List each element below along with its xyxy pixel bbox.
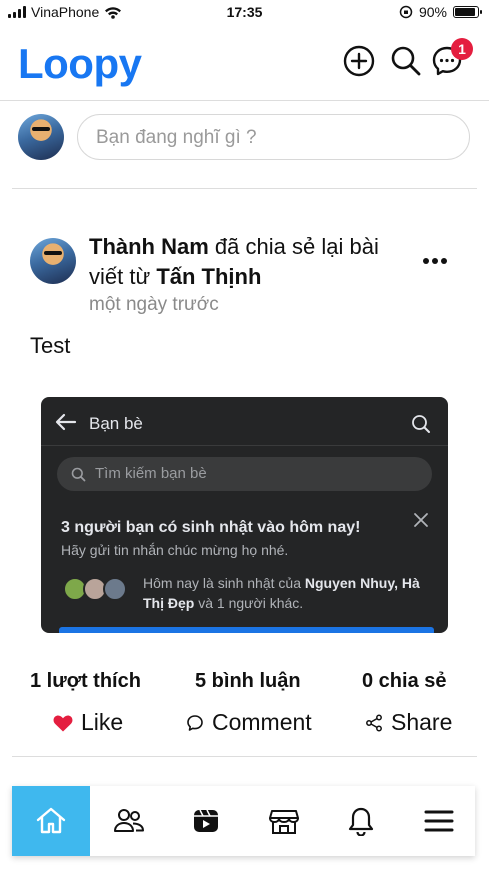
shared-image-title: Bạn bè (89, 414, 143, 433)
status-right: 90% (399, 4, 482, 20)
shared-image[interactable]: Bạn bè Tìm kiếm bạn bè 3 người bạn có si… (41, 397, 448, 633)
home-icon (36, 807, 66, 834)
header-divider (0, 100, 489, 101)
composer-input[interactable]: Bạn đang nghĩ gì ? (77, 114, 470, 160)
friend-avatar (103, 577, 127, 601)
original-author-name[interactable]: Tấn Thịnh (156, 264, 261, 289)
menu-icon (424, 810, 454, 832)
search-icon[interactable] (389, 44, 423, 78)
birthday-prefix: Hôm nay là sinh nhật của (143, 575, 305, 591)
comment-button[interactable]: Comment (186, 709, 312, 736)
messages-badge: 1 (451, 38, 473, 60)
composer-divider (12, 188, 477, 189)
birthday-subtitle: Hãy gửi tin nhắn chúc mừng họ nhé. (61, 542, 289, 558)
watch-icon (194, 809, 218, 832)
friends-icon (114, 809, 144, 832)
share-label: Share (391, 709, 453, 735)
birthday-suffix: và 1 người khác. (194, 595, 304, 611)
share-button[interactable]: Share (365, 709, 452, 736)
battery-percent: 90% (418, 4, 447, 20)
comment-label: Comment (212, 709, 312, 735)
shared-search-icon (412, 415, 430, 433)
birthday-detail: Hôm nay là sinh nhật của Nguyen Nhuy, Hà… (143, 573, 433, 613)
post-divider (12, 756, 477, 757)
post-action-text-1: đã chia sẻ lại (214, 234, 344, 259)
more-options-icon[interactable] (422, 256, 448, 266)
comments-count[interactable]: 5 bình luận (195, 670, 301, 693)
heart-icon (53, 715, 73, 731)
shared-search-field: Tìm kiếm bạn bè (57, 457, 432, 491)
status-bar: VinaPhone 17:35 90% (0, 0, 489, 26)
shared-image-button-edge (59, 627, 434, 633)
birthday-title: 3 người bạn có sinh nhật vào hôm nay! (61, 519, 361, 536)
marketplace-icon (269, 810, 299, 834)
create-post-icon[interactable] (342, 44, 376, 78)
post-author-avatar[interactable] (30, 238, 76, 284)
back-arrow-icon (55, 413, 77, 431)
tab-friends[interactable] (90, 786, 168, 856)
birthday-avatars (63, 577, 143, 603)
comment-icon (187, 714, 203, 731)
bottom-nav (12, 786, 475, 856)
share-icon (366, 714, 382, 731)
likes-count[interactable]: 1 lượt thích (30, 670, 141, 693)
like-label: Like (81, 709, 124, 735)
tab-home[interactable] (12, 786, 90, 856)
post-text: Test (30, 333, 71, 358)
shares-count[interactable]: 0 chia sẻ (362, 670, 447, 693)
orientation-lock-icon (399, 5, 413, 19)
shared-search-field-icon (71, 467, 86, 482)
post-author-name[interactable]: Thành Nam (89, 234, 209, 259)
user-avatar[interactable] (18, 114, 64, 160)
post-timestamp: một ngày trước (89, 294, 219, 315)
tab-marketplace[interactable] (245, 786, 323, 856)
post-header: Thành Nam đã chia sẻ lại bài viết từ Tấn… (89, 232, 409, 292)
battery-icon (453, 6, 482, 18)
tab-watch[interactable] (167, 786, 245, 856)
tab-notifications[interactable] (322, 786, 400, 856)
close-icon (414, 513, 428, 527)
app-logo[interactable]: Loopy (18, 40, 142, 88)
like-button[interactable]: Like (53, 709, 123, 736)
tab-menu[interactable] (400, 786, 478, 856)
notifications-icon (348, 807, 374, 836)
